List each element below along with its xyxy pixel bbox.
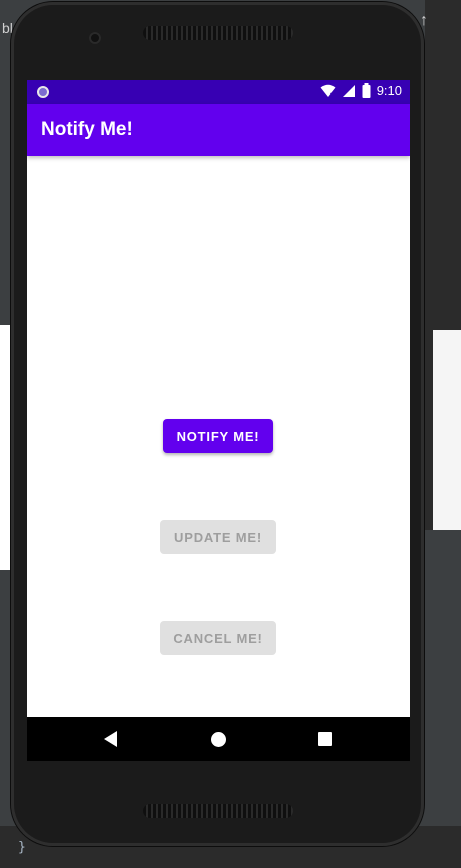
status-bar: 9:10 bbox=[27, 80, 410, 104]
back-icon[interactable] bbox=[104, 731, 117, 747]
ide-right-panel bbox=[433, 330, 461, 530]
arrow-up-icon[interactable]: ↑ bbox=[420, 12, 428, 30]
battery-icon bbox=[362, 83, 371, 98]
status-icons: 9:10 bbox=[320, 83, 402, 98]
recents-icon[interactable] bbox=[318, 732, 332, 746]
notification-dot-icon bbox=[37, 86, 49, 98]
device-screen: 9:10 Notify Me! NOTIFY ME! UPDATE ME! CA… bbox=[27, 80, 410, 761]
emulator-device-frame: 9:10 Notify Me! NOTIFY ME! UPDATE ME! CA… bbox=[11, 2, 424, 846]
app-title: Notify Me! bbox=[41, 119, 133, 140]
ide-right-gutter bbox=[425, 0, 461, 530]
front-camera bbox=[89, 32, 101, 44]
update-me-button[interactable]: UPDATE ME! bbox=[160, 520, 276, 554]
status-time: 9:10 bbox=[376, 83, 402, 98]
bottom-speaker-grille bbox=[143, 804, 293, 818]
home-icon[interactable] bbox=[211, 732, 226, 747]
navigation-bar bbox=[27, 717, 410, 761]
notify-me-button[interactable]: NOTIFY ME! bbox=[163, 419, 273, 453]
app-toolbar: Notify Me! bbox=[27, 104, 410, 156]
code-brace: } bbox=[18, 840, 26, 855]
signal-icon bbox=[342, 84, 355, 97]
cancel-me-button[interactable]: CANCEL ME! bbox=[160, 621, 276, 655]
top-speaker-grille bbox=[143, 26, 293, 40]
wifi-icon bbox=[320, 84, 336, 98]
